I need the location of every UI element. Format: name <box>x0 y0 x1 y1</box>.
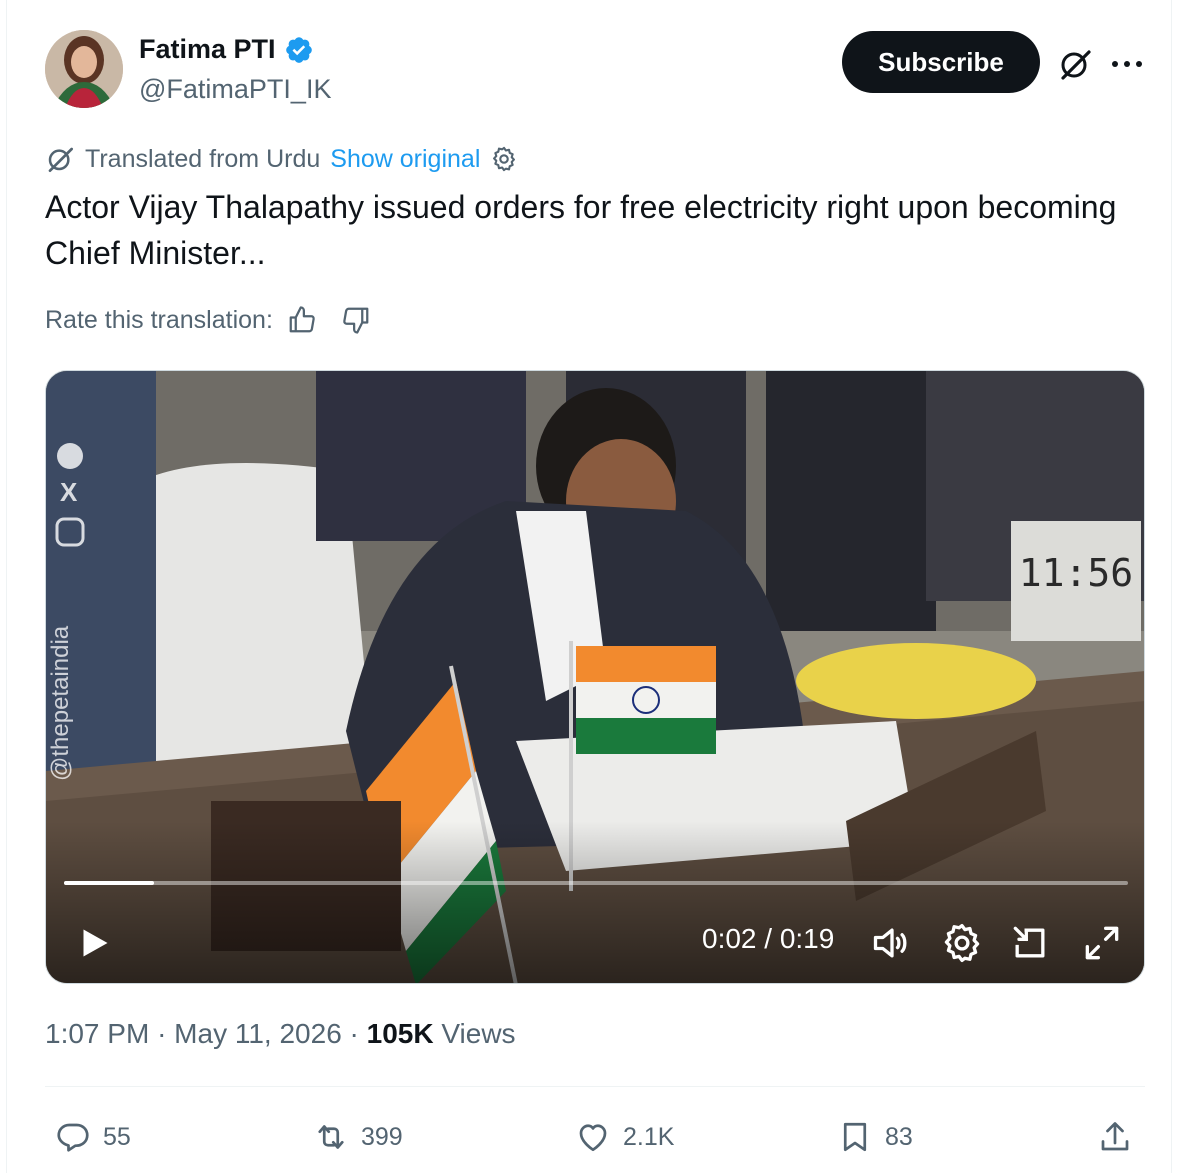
translated-label: Translated from Urdu <box>85 144 321 173</box>
share-icon <box>1101 1122 1129 1151</box>
views-label: Views <box>441 1018 516 1049</box>
progress-bar[interactable] <box>64 881 1128 885</box>
svg-text:@thepetaindia: @thepetaindia <box>47 625 74 781</box>
video-time: 0:02 / 0:19 <box>702 923 835 954</box>
thumbs-down-icon[interactable] <box>341 305 371 335</box>
verified-badge-icon <box>285 36 312 63</box>
video-controls: 0:02 / 0:19 <box>46 911 1144 971</box>
like-count: 2.1K <box>623 1122 675 1151</box>
tweet-time[interactable]: 1:07 PM <box>45 1018 149 1049</box>
reply-count: 55 <box>103 1122 131 1151</box>
bookmark-count: 83 <box>885 1122 913 1151</box>
volume-icon[interactable] <box>870 921 914 965</box>
facebook-icon <box>57 443 83 469</box>
reply-icon <box>57 1123 89 1152</box>
rate-translation-label: Rate this translation: <box>45 305 273 334</box>
views-count: 105K <box>366 1018 434 1049</box>
tweet-meta: 1:07 PM · May 11, 2026 · 105K Views <box>45 1018 516 1050</box>
video-player[interactable]: 11:56 @thepetaindia X 0:02 / 0:19 <box>45 370 1145 984</box>
grok-icon[interactable] <box>1055 44 1095 84</box>
repost-icon <box>318 1125 344 1149</box>
show-original-link[interactable]: Show original <box>330 145 480 174</box>
tweet-card: Fatima PTI @FatimaPTI_IK Subscribe Trans… <box>6 0 1172 1173</box>
video-frame: 11:56 @thepetaindia X <box>46 371 1144 983</box>
tweet-date[interactable]: May 11, 2026 <box>174 1018 342 1049</box>
more-options-icon[interactable] <box>1107 44 1147 84</box>
clock-text: 11:56 <box>1019 551 1133 595</box>
heart-icon <box>579 1124 607 1152</box>
play-icon[interactable] <box>76 925 112 961</box>
share-button[interactable] <box>1097 1108 1133 1166</box>
avatar[interactable] <box>45 30 123 108</box>
bookmark-button[interactable]: 83 <box>837 1108 913 1166</box>
like-button[interactable]: 2.1K <box>575 1108 674 1166</box>
progress-fill <box>64 881 155 885</box>
watermark: @thepetaindia <box>47 625 74 781</box>
meta-separator: · <box>349 1018 359 1049</box>
bookmark-icon <box>843 1122 867 1152</box>
meta-separator: · <box>157 1018 167 1049</box>
grok-translate-icon <box>48 147 73 172</box>
tweet-text: Actor Vijay Thalapathy issued orders for… <box>45 189 1117 271</box>
reply-button[interactable]: 55 <box>55 1108 131 1166</box>
action-bar: 55 399 2.1K 83 <box>45 1108 1145 1166</box>
author-handle[interactable]: @FatimaPTI_IK <box>139 74 331 105</box>
subscribe-button[interactable]: Subscribe <box>842 31 1040 93</box>
repost-count: 399 <box>361 1122 403 1151</box>
fullscreen-icon[interactable] <box>1080 921 1124 965</box>
settings-gear-icon[interactable] <box>940 921 984 965</box>
author-name[interactable]: Fatima PTI <box>139 34 276 65</box>
picture-in-picture-icon[interactable] <box>1008 921 1052 965</box>
divider <box>45 1086 1145 1087</box>
x-logo-icon: X <box>60 477 78 507</box>
repost-button[interactable]: 399 <box>313 1108 403 1166</box>
gear-icon[interactable] <box>490 145 518 173</box>
thumbs-up-icon[interactable] <box>287 305 317 335</box>
